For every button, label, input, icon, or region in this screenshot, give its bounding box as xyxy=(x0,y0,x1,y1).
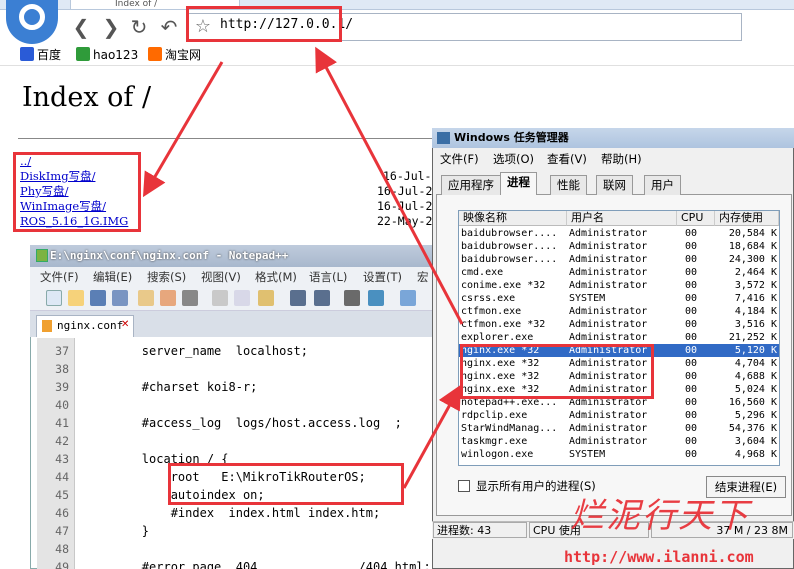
annotation-arrows xyxy=(142,46,464,489)
arrow-nginx-to-address xyxy=(315,46,464,325)
watermark-url: http://www.ilanni.com xyxy=(564,548,754,566)
arrow-address-to-listing xyxy=(142,61,224,198)
arrow-config-to-nginx xyxy=(402,384,461,489)
watermark-signature: 烂泥行天下 xyxy=(570,496,750,536)
